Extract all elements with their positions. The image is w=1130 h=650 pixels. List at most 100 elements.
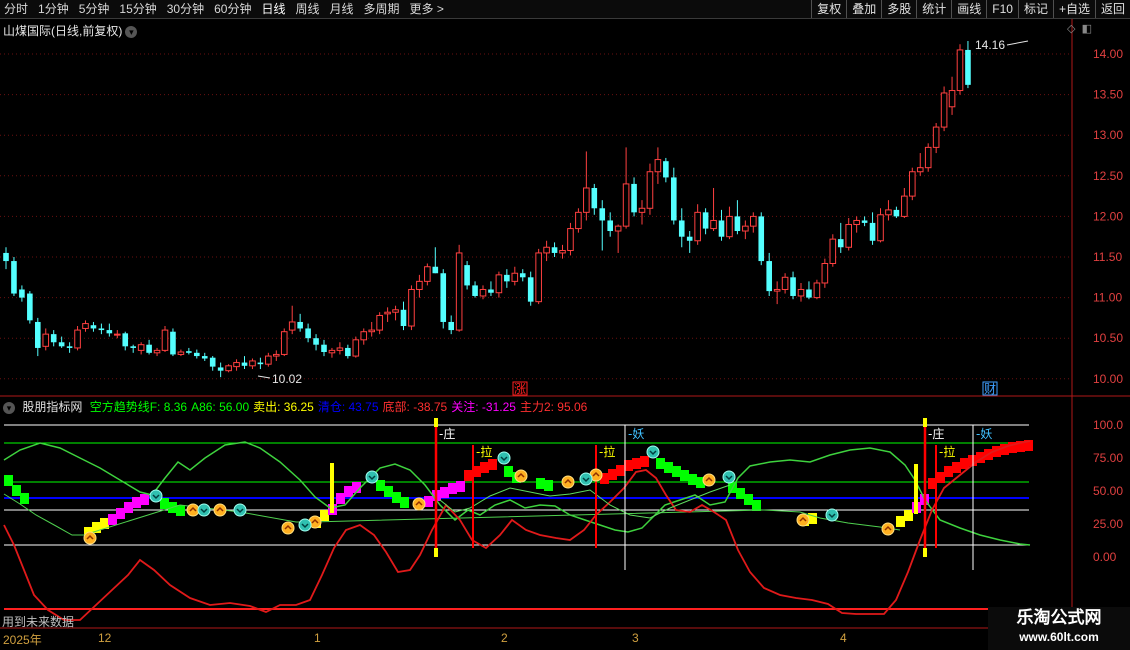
panel-icon[interactable]: ◧ <box>1082 23 1092 35</box>
candle-body-up <box>654 159 662 173</box>
candle-body-up <box>352 339 360 357</box>
toolbar-button-3[interactable]: 统计 <box>916 0 951 18</box>
trend-band-block <box>464 470 473 481</box>
indicator-value-1: A86: 56.00 <box>191 400 250 414</box>
trend-band-block <box>736 488 745 499</box>
tab-2[interactable]: 5分钟 <box>79 2 110 17</box>
chart-canvas[interactable]: 14.00 13.50 13.00 12.50 12.00 11.50 11.00 10.50… <box>0 19 1130 650</box>
trend-band-block <box>176 505 185 516</box>
buy-badge-icon <box>514 469 528 483</box>
trend-band-block <box>480 462 489 473</box>
candle-body-down <box>488 289 494 293</box>
tab-4[interactable]: 30分钟 <box>167 2 204 17</box>
diamond-icon[interactable]: ◇ <box>1067 23 1075 35</box>
buy-badge-icon <box>412 497 426 511</box>
trend-band-block <box>744 494 753 505</box>
tab-5[interactable]: 60分钟 <box>214 2 251 17</box>
candle-body-up <box>368 329 375 333</box>
kline-title[interactable]: 山煤国际(日线,前复权) ▾ <box>3 22 138 39</box>
candle-body-up <box>932 126 940 148</box>
x-axis-label: 2 <box>501 631 508 645</box>
tab-3[interactable]: 15分钟 <box>119 2 156 17</box>
candle-body-down <box>663 161 669 178</box>
candle-body-up <box>233 362 240 368</box>
candle-body-down <box>321 344 327 353</box>
candle-body-down <box>432 266 439 274</box>
toolbar-button-8[interactable]: 返回 <box>1094 0 1130 18</box>
x-axis-label: 4 <box>840 631 847 645</box>
labels-layer: 14.00 13.50 13.00 12.50 12.00 11.50 11.00 10.50… <box>257 38 1123 564</box>
tab-9[interactable]: 多周期 <box>364 2 400 17</box>
candle-body-down <box>345 347 351 357</box>
trend-band-block <box>4 475 13 486</box>
tab-8[interactable]: 月线 <box>330 2 354 17</box>
signal-label: -拉 <box>476 444 492 459</box>
trend-band-block <box>616 465 625 476</box>
candle-body-up <box>781 276 789 290</box>
trend-band-block <box>664 462 673 473</box>
indicator-tick: 50.00 <box>1093 484 1123 498</box>
candle-body-up <box>622 183 630 227</box>
candle-body-down <box>50 334 57 343</box>
signal-tick <box>330 463 334 513</box>
candle-body-down <box>671 177 677 221</box>
watermark-name: 乐淘公式网 <box>1016 608 1102 628</box>
watermark-url: www.60lt.com <box>1019 630 1099 644</box>
trend-band-block <box>140 494 149 505</box>
candle-body-down <box>98 328 105 331</box>
toolbar-button-6[interactable]: 标记 <box>1017 0 1053 18</box>
price-tick: 11.00 <box>1093 291 1122 305</box>
candle-body-up <box>384 311 391 315</box>
toolbar-button-4[interactable]: 画线 <box>951 0 986 18</box>
toolbar-button-7[interactable]: +自选 <box>1052 0 1095 18</box>
sell-badge-icon <box>233 503 247 517</box>
signal-tick <box>434 548 438 557</box>
candle-body-up <box>82 323 89 329</box>
event-marker: 涨 <box>514 381 526 396</box>
candle-body-up <box>273 353 280 357</box>
candle-body-up <box>42 333 50 347</box>
candle-body-down <box>599 208 606 221</box>
candle-body-down <box>766 261 772 292</box>
trend-band-block <box>400 497 409 508</box>
nav-icons[interactable]: ◇ ◧ <box>1067 22 1092 35</box>
x-axis-label: 3 <box>632 631 639 645</box>
indicator-chevron-icon[interactable]: ▾ <box>3 401 15 414</box>
tab-6[interactable]: 日线 <box>261 2 285 17</box>
top-toolbar: 分时 1分钟 5分钟 15分钟 30分钟 60分钟 日线 周线 月线 多周期 更多 > 复权 叠加 多股… <box>0 0 1130 19</box>
toolbar-button-5[interactable]: F10 <box>986 0 1018 18</box>
indicator-legend: ▾ 股朋指标网 空方趋势线F: 8.36 A86: 56.00 卖出: 36.25 清… <box>3 398 595 415</box>
candle-body-down <box>631 183 637 213</box>
candle-body-down <box>19 289 25 298</box>
tab-1[interactable]: 1分钟 <box>38 2 69 17</box>
price-tick: 10.50 <box>1093 331 1123 345</box>
toolbar-button-2[interactable]: 多股 <box>881 0 916 18</box>
candle-body-down <box>217 367 224 371</box>
candle-body-up <box>583 187 590 213</box>
candle-body-up <box>829 238 837 264</box>
toolbar-button-1[interactable]: 叠加 <box>846 0 881 18</box>
candle-body-down <box>440 273 447 322</box>
signal-tick <box>914 464 918 514</box>
trend-band-block <box>536 478 545 489</box>
signal-label: -妖 <box>628 427 644 441</box>
indicator-tick: 75.00 <box>1093 451 1123 465</box>
kline-title-text: 山煤国际(日线,前复权) <box>3 24 123 38</box>
candle-body-up <box>559 250 566 254</box>
x-axis-label: 2025年 <box>3 633 42 647</box>
candle-body-down <box>893 209 900 217</box>
chevron-down-icon[interactable]: ▾ <box>125 25 138 38</box>
candle-body-up <box>916 167 924 173</box>
toolbar-button-0[interactable]: 复权 <box>811 0 846 18</box>
candle-body-down <box>305 328 311 339</box>
high-arrow <box>1006 40 1029 46</box>
price-tick: 14.00 <box>1093 47 1123 61</box>
trend-band-block <box>108 514 117 525</box>
high-price-label: 14.16 <box>975 38 1005 52</box>
candle-body-up <box>328 349 336 354</box>
tab-7[interactable]: 周线 <box>295 2 319 17</box>
tab-10[interactable]: 更多 > <box>410 2 444 17</box>
candle-body-down <box>297 321 303 329</box>
tab-0[interactable]: 分时 <box>4 2 28 17</box>
candle-body-up <box>575 211 582 230</box>
